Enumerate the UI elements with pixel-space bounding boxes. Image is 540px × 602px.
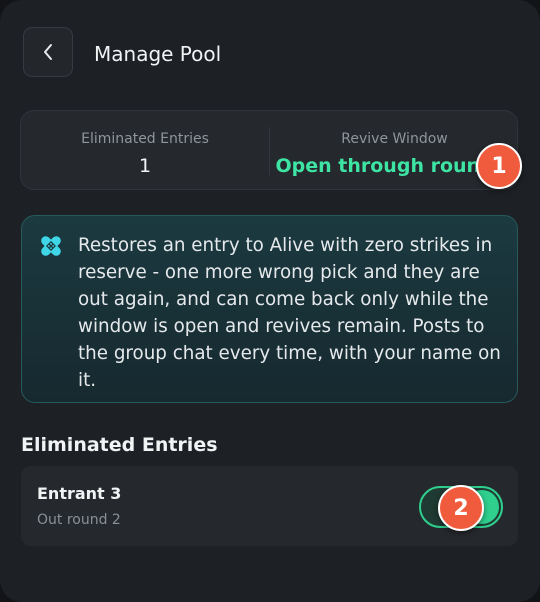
stats-card: Eliminated Entries 1 Revive Window Open … bbox=[20, 110, 518, 190]
eliminated-label: Eliminated Entries bbox=[81, 131, 209, 147]
back-button[interactable] bbox=[23, 27, 73, 77]
bandage-icon bbox=[41, 236, 61, 256]
revive-info-text: Restores an entry to Alive with zero str… bbox=[78, 235, 501, 391]
section-title-eliminated: Eliminated Entries bbox=[21, 434, 218, 456]
manage-pool-screen: Manage Pool Eliminated Entries 1 Revive … bbox=[0, 0, 540, 602]
annotation-badge-2: 2 bbox=[438, 485, 484, 531]
annotation-badge-1: 1 bbox=[476, 143, 522, 189]
revive-info-card: Restores an entry to Alive with zero str… bbox=[21, 215, 518, 403]
entry-name: Entrant 3 bbox=[37, 484, 122, 503]
eliminated-count: 1 bbox=[138, 155, 152, 177]
eliminated-stat: Eliminated Entries 1 bbox=[21, 111, 269, 189]
entry-status: Out round 2 bbox=[37, 512, 121, 528]
chevron-left-icon bbox=[44, 44, 52, 60]
page-title: Manage Pool bbox=[94, 42, 222, 66]
revive-window-label: Revive Window bbox=[341, 131, 448, 147]
